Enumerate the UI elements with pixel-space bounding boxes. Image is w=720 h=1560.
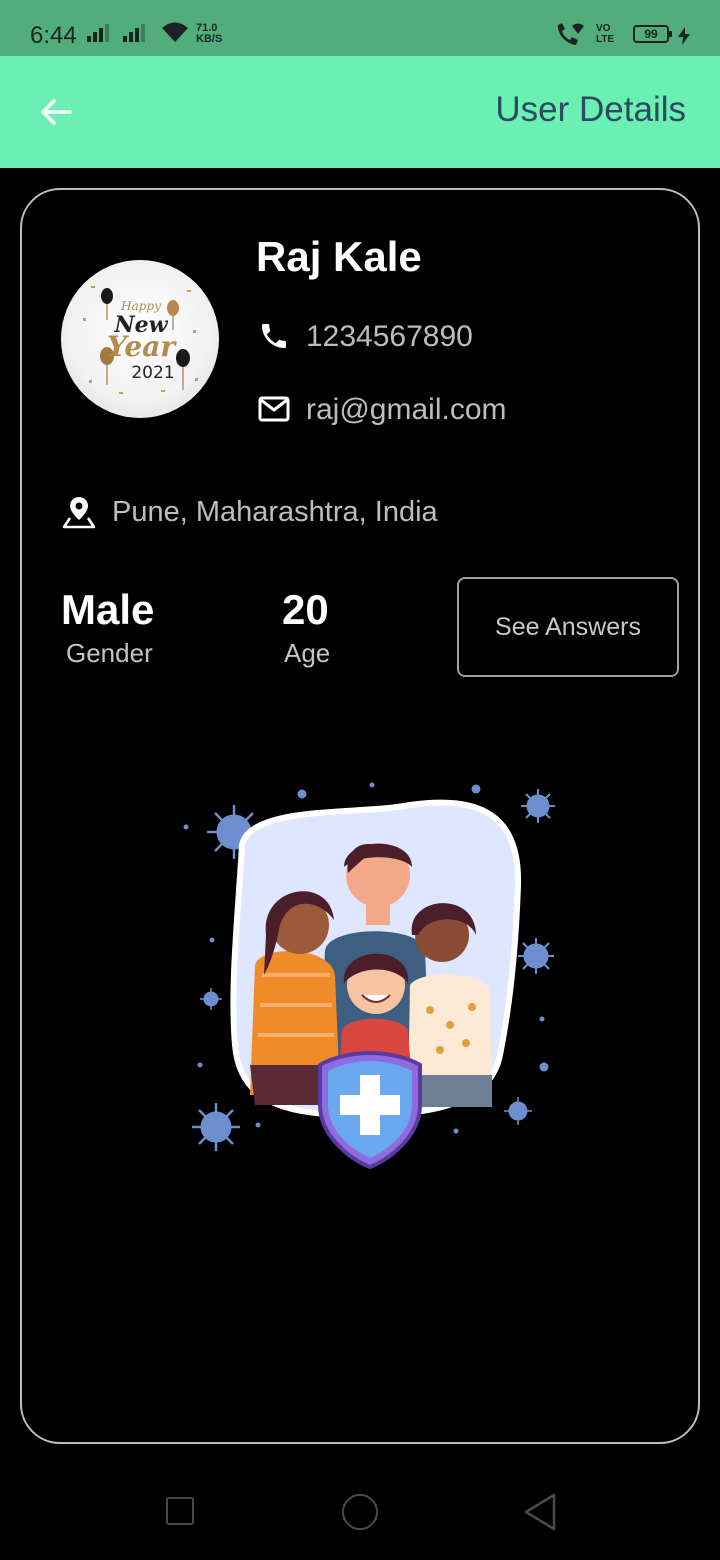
wifi-icon bbox=[162, 22, 188, 42]
gender-label: Gender bbox=[66, 638, 153, 668]
avatar-text-year: Year bbox=[107, 330, 178, 363]
new-year-avatar-image: Happy New Year 2021 bbox=[83, 286, 198, 394]
phone-icon bbox=[262, 324, 286, 348]
app-bar: User Details bbox=[0, 56, 720, 168]
location-pin-icon bbox=[62, 497, 96, 529]
status-time: 6:44 bbox=[30, 22, 77, 49]
charging-icon bbox=[678, 27, 690, 45]
signal-icon-2 bbox=[123, 24, 147, 42]
avatar: Happy New Year 2021 bbox=[61, 260, 219, 418]
family-protection-illustration bbox=[183, 782, 555, 1170]
phone-number[interactable]: 1234567890 bbox=[306, 320, 473, 354]
location-text: Pune, Maharashtra, India bbox=[112, 496, 438, 528]
recent-apps-button[interactable] bbox=[166, 1497, 194, 1525]
see-answers-button[interactable]: See Answers bbox=[457, 577, 679, 677]
avatar-text-happy: Happy bbox=[120, 299, 161, 313]
age-label: Age bbox=[284, 638, 331, 668]
email-icon bbox=[258, 396, 290, 422]
volte-top: VO bbox=[596, 23, 611, 34]
avatar-text-2021: 2021 bbox=[131, 363, 174, 383]
email-address[interactable]: raj@gmail.com bbox=[306, 393, 507, 427]
network-speed-unit: KB/S bbox=[196, 33, 223, 45]
gender-value: Male bbox=[61, 586, 155, 633]
back-button[interactable] bbox=[36, 92, 76, 132]
network-speed: 71.0 KB/S bbox=[196, 23, 222, 45]
battery-level: 99 bbox=[644, 27, 658, 41]
home-button[interactable] bbox=[342, 1494, 378, 1530]
arrow-left-icon bbox=[41, 99, 72, 125]
volte-indicator: VO LTE bbox=[596, 23, 614, 45]
volte-bottom: LTE bbox=[596, 34, 615, 45]
signal-icon bbox=[87, 24, 111, 42]
page-title: User Details bbox=[495, 90, 686, 129]
wifi-calling-icon bbox=[557, 23, 584, 45]
battery-icon: 99 bbox=[633, 25, 672, 43]
status-bar: 6:44 71.0 KB/S VO LTE 99 bbox=[0, 0, 720, 56]
nav-back-button[interactable] bbox=[522, 1492, 558, 1532]
user-name: Raj Kale bbox=[256, 233, 422, 280]
age-value: 20 bbox=[282, 586, 329, 633]
